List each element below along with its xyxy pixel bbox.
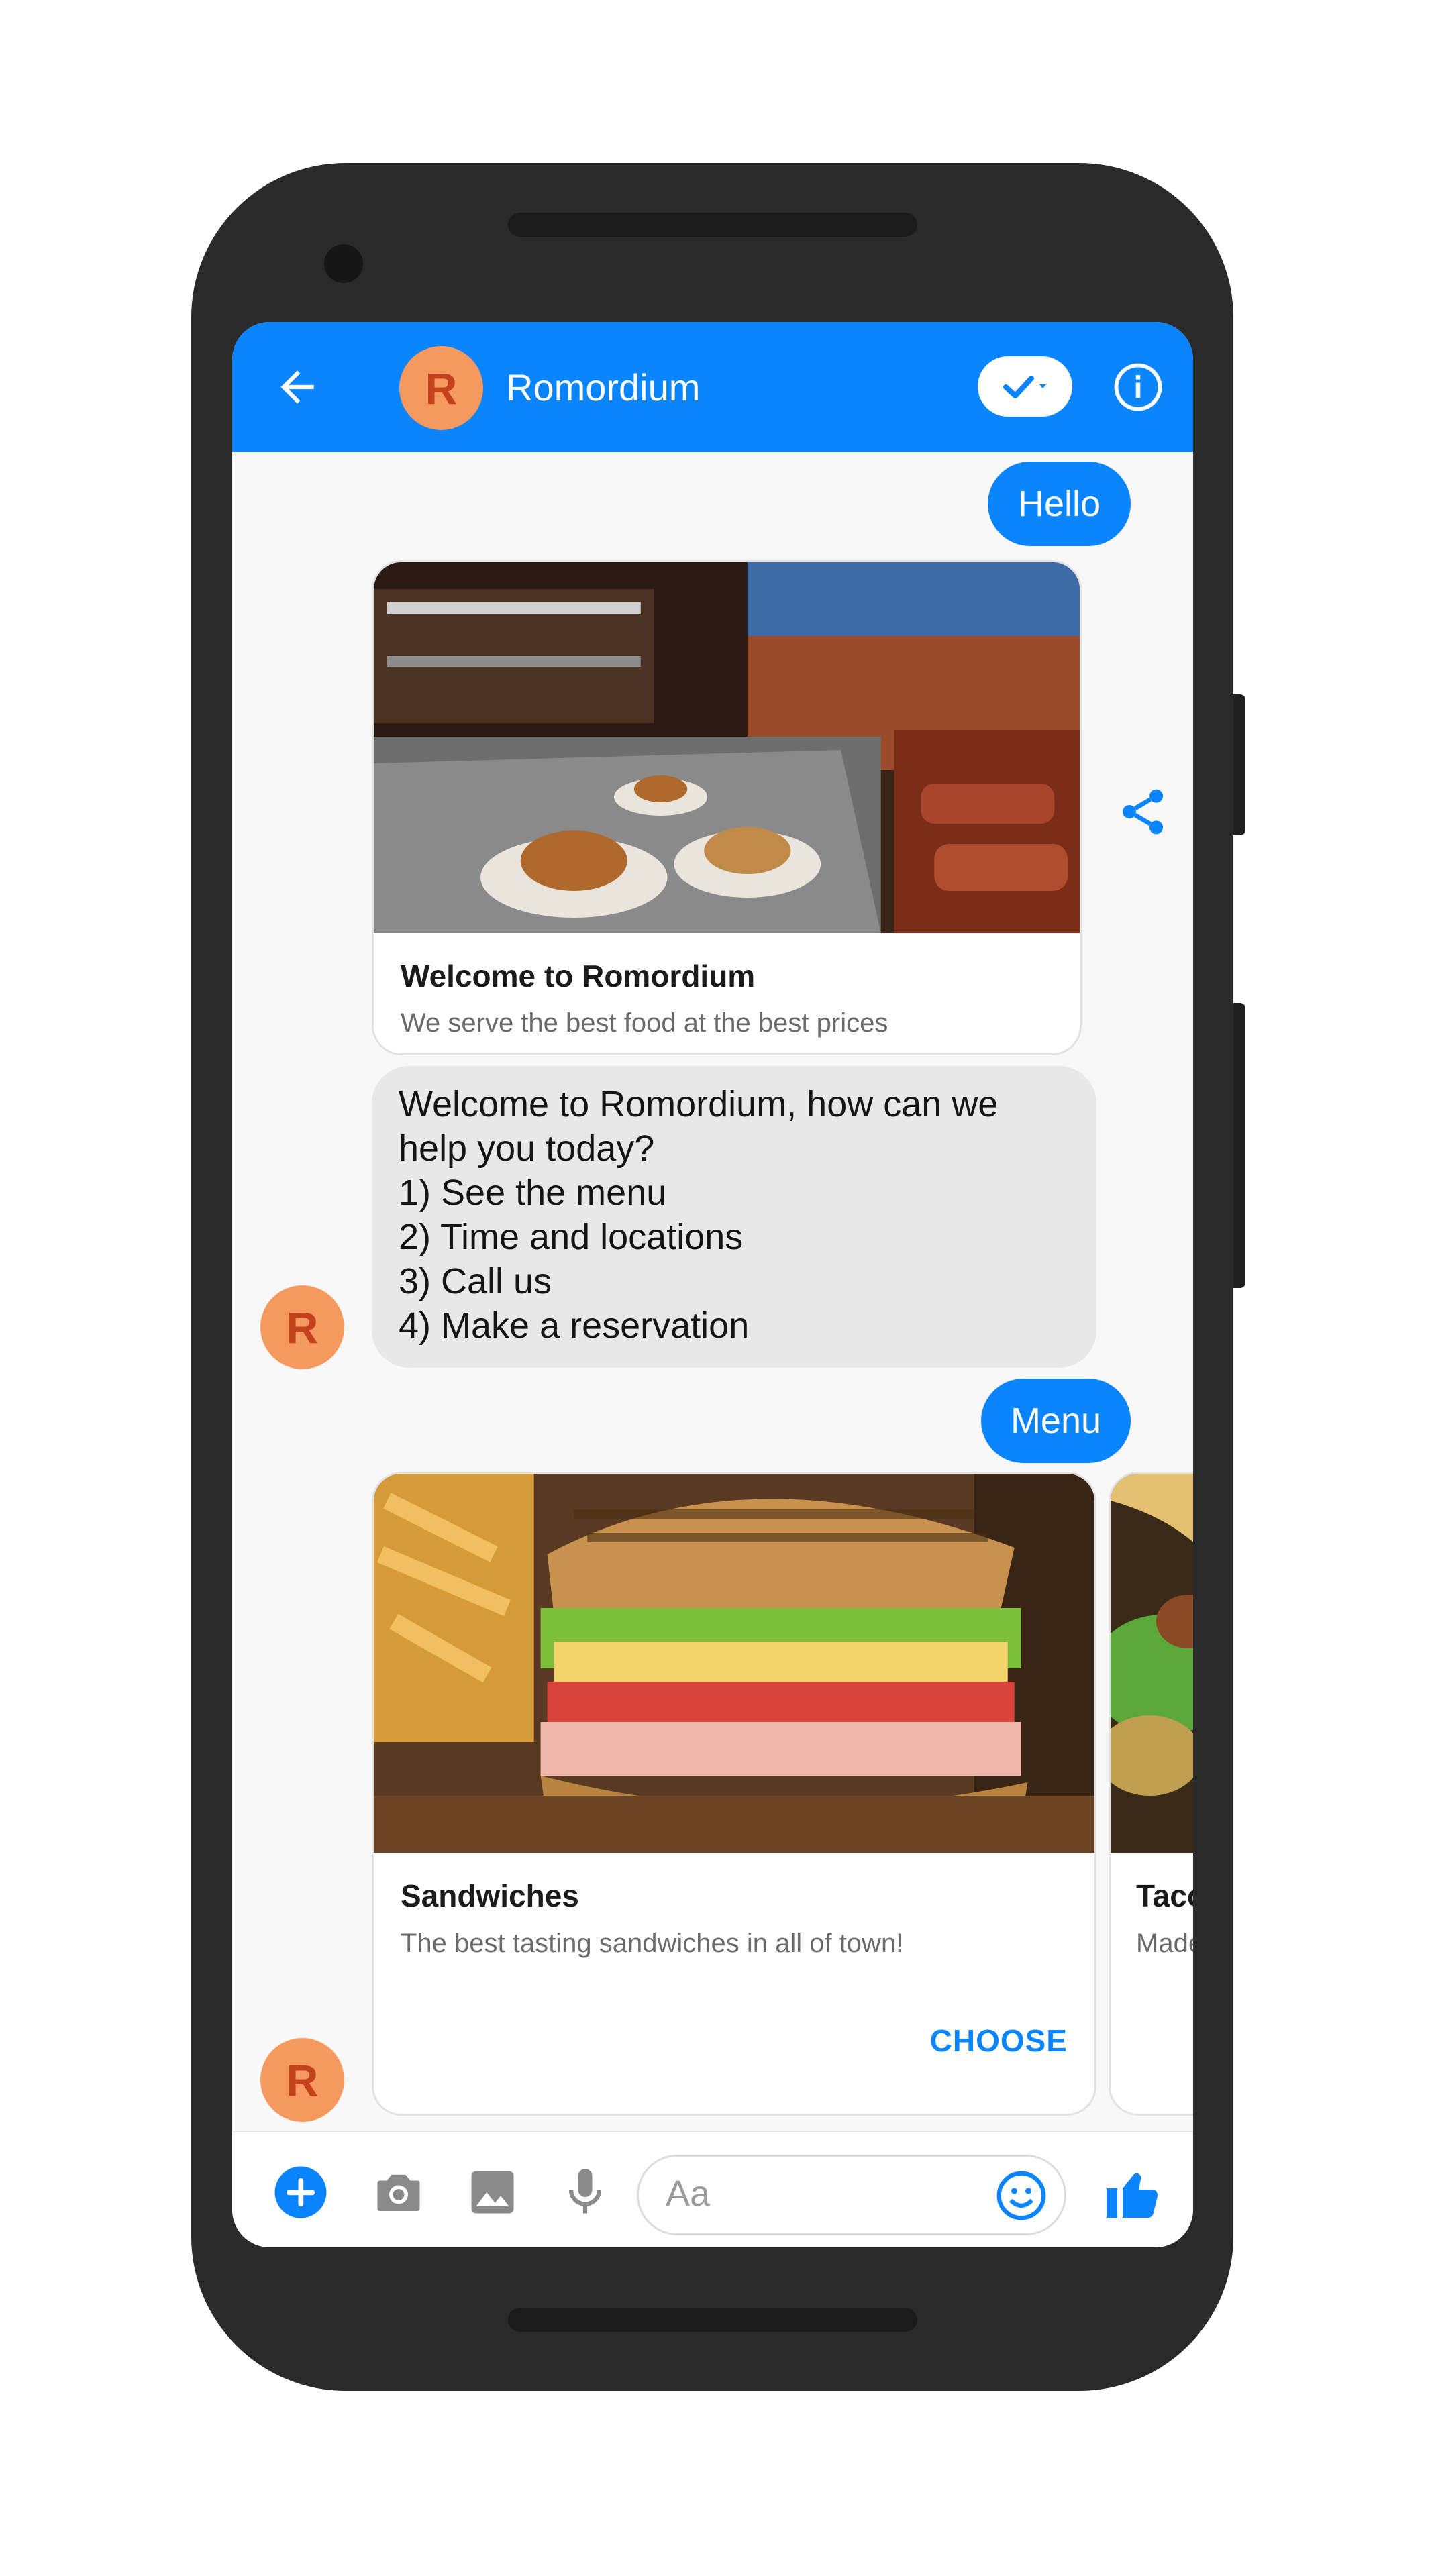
incoming-message[interactable]: Welcome to Romordium, how can we help yo…	[372, 1066, 1096, 1368]
camera-icon[interactable]	[370, 2164, 427, 2220]
outgoing-message-hello[interactable]: Hello	[988, 462, 1131, 546]
card-subtitle: The best tasting sandwiches in all of to…	[401, 1929, 904, 1958]
page-title[interactable]: Romordium	[506, 362, 700, 413]
card-subtitle: We serve the best food at the best price…	[401, 1008, 888, 1038]
carousel-card-tacos[interactable]: Taco Made	[1109, 1472, 1193, 2116]
message-line: 2) Time and locations	[399, 1217, 744, 1257]
check-icon	[1003, 376, 1034, 398]
bottom-speaker	[508, 2308, 917, 2332]
power-button	[1233, 694, 1245, 835]
restaurant-interior-image	[374, 562, 1080, 933]
carousel-card-sandwiches[interactable]: Sandwiches The best tasting sandwiches i…	[372, 1472, 1096, 2116]
page-avatar[interactable]: R	[399, 346, 483, 430]
earpiece-speaker	[508, 213, 917, 237]
card-title: Welcome to Romordium	[401, 959, 756, 994]
taco-image	[1111, 1474, 1193, 1853]
message-line: Welcome to Romordium, how can we	[399, 1084, 999, 1124]
chevron-down-icon	[1039, 384, 1046, 388]
chat-header: R Romordium	[232, 322, 1193, 452]
message-input[interactable]: Aa	[637, 2155, 1066, 2235]
mark-done-button[interactable]	[978, 356, 1072, 417]
bot-avatar: R	[260, 2038, 344, 2122]
front-camera	[324, 244, 363, 283]
bot-avatar: R	[260, 1285, 344, 1369]
thumbs-up-icon[interactable]	[1101, 2161, 1166, 2226]
sandwich-image	[374, 1474, 1094, 1853]
message-line: help you today?	[399, 1128, 655, 1169]
image-icon[interactable]	[464, 2164, 521, 2220]
volume-button	[1233, 1003, 1245, 1288]
info-icon[interactable]	[1112, 361, 1164, 413]
back-arrow-icon[interactable]	[272, 362, 322, 412]
choose-button[interactable]: CHOOSE	[930, 2023, 1068, 2059]
card-subtitle: Made	[1136, 1929, 1193, 1958]
share-icon[interactable]	[1116, 785, 1170, 839]
message-input-placeholder: Aa	[666, 2174, 711, 2214]
plus-icon[interactable]	[272, 2164, 329, 2220]
welcome-card[interactable]: Welcome to Romordium We serve the best f…	[372, 560, 1082, 1055]
message-line: 3) Call us	[399, 1261, 552, 1301]
messenger-screen: R Romordium Hello Welcome to Romordium W…	[232, 322, 1193, 2247]
message-line: 4) Make a reservation	[399, 1305, 750, 1346]
card-title: Taco	[1136, 1878, 1193, 1913]
emoji-icon[interactable]	[993, 2167, 1050, 2224]
card-title: Sandwiches	[401, 1878, 579, 1913]
message-line: 1) See the menu	[399, 1173, 667, 1213]
microphone-icon[interactable]	[557, 2164, 613, 2220]
outgoing-message-menu[interactable]: Menu	[981, 1379, 1131, 1463]
message-composer: Aa	[232, 2131, 1193, 2247]
